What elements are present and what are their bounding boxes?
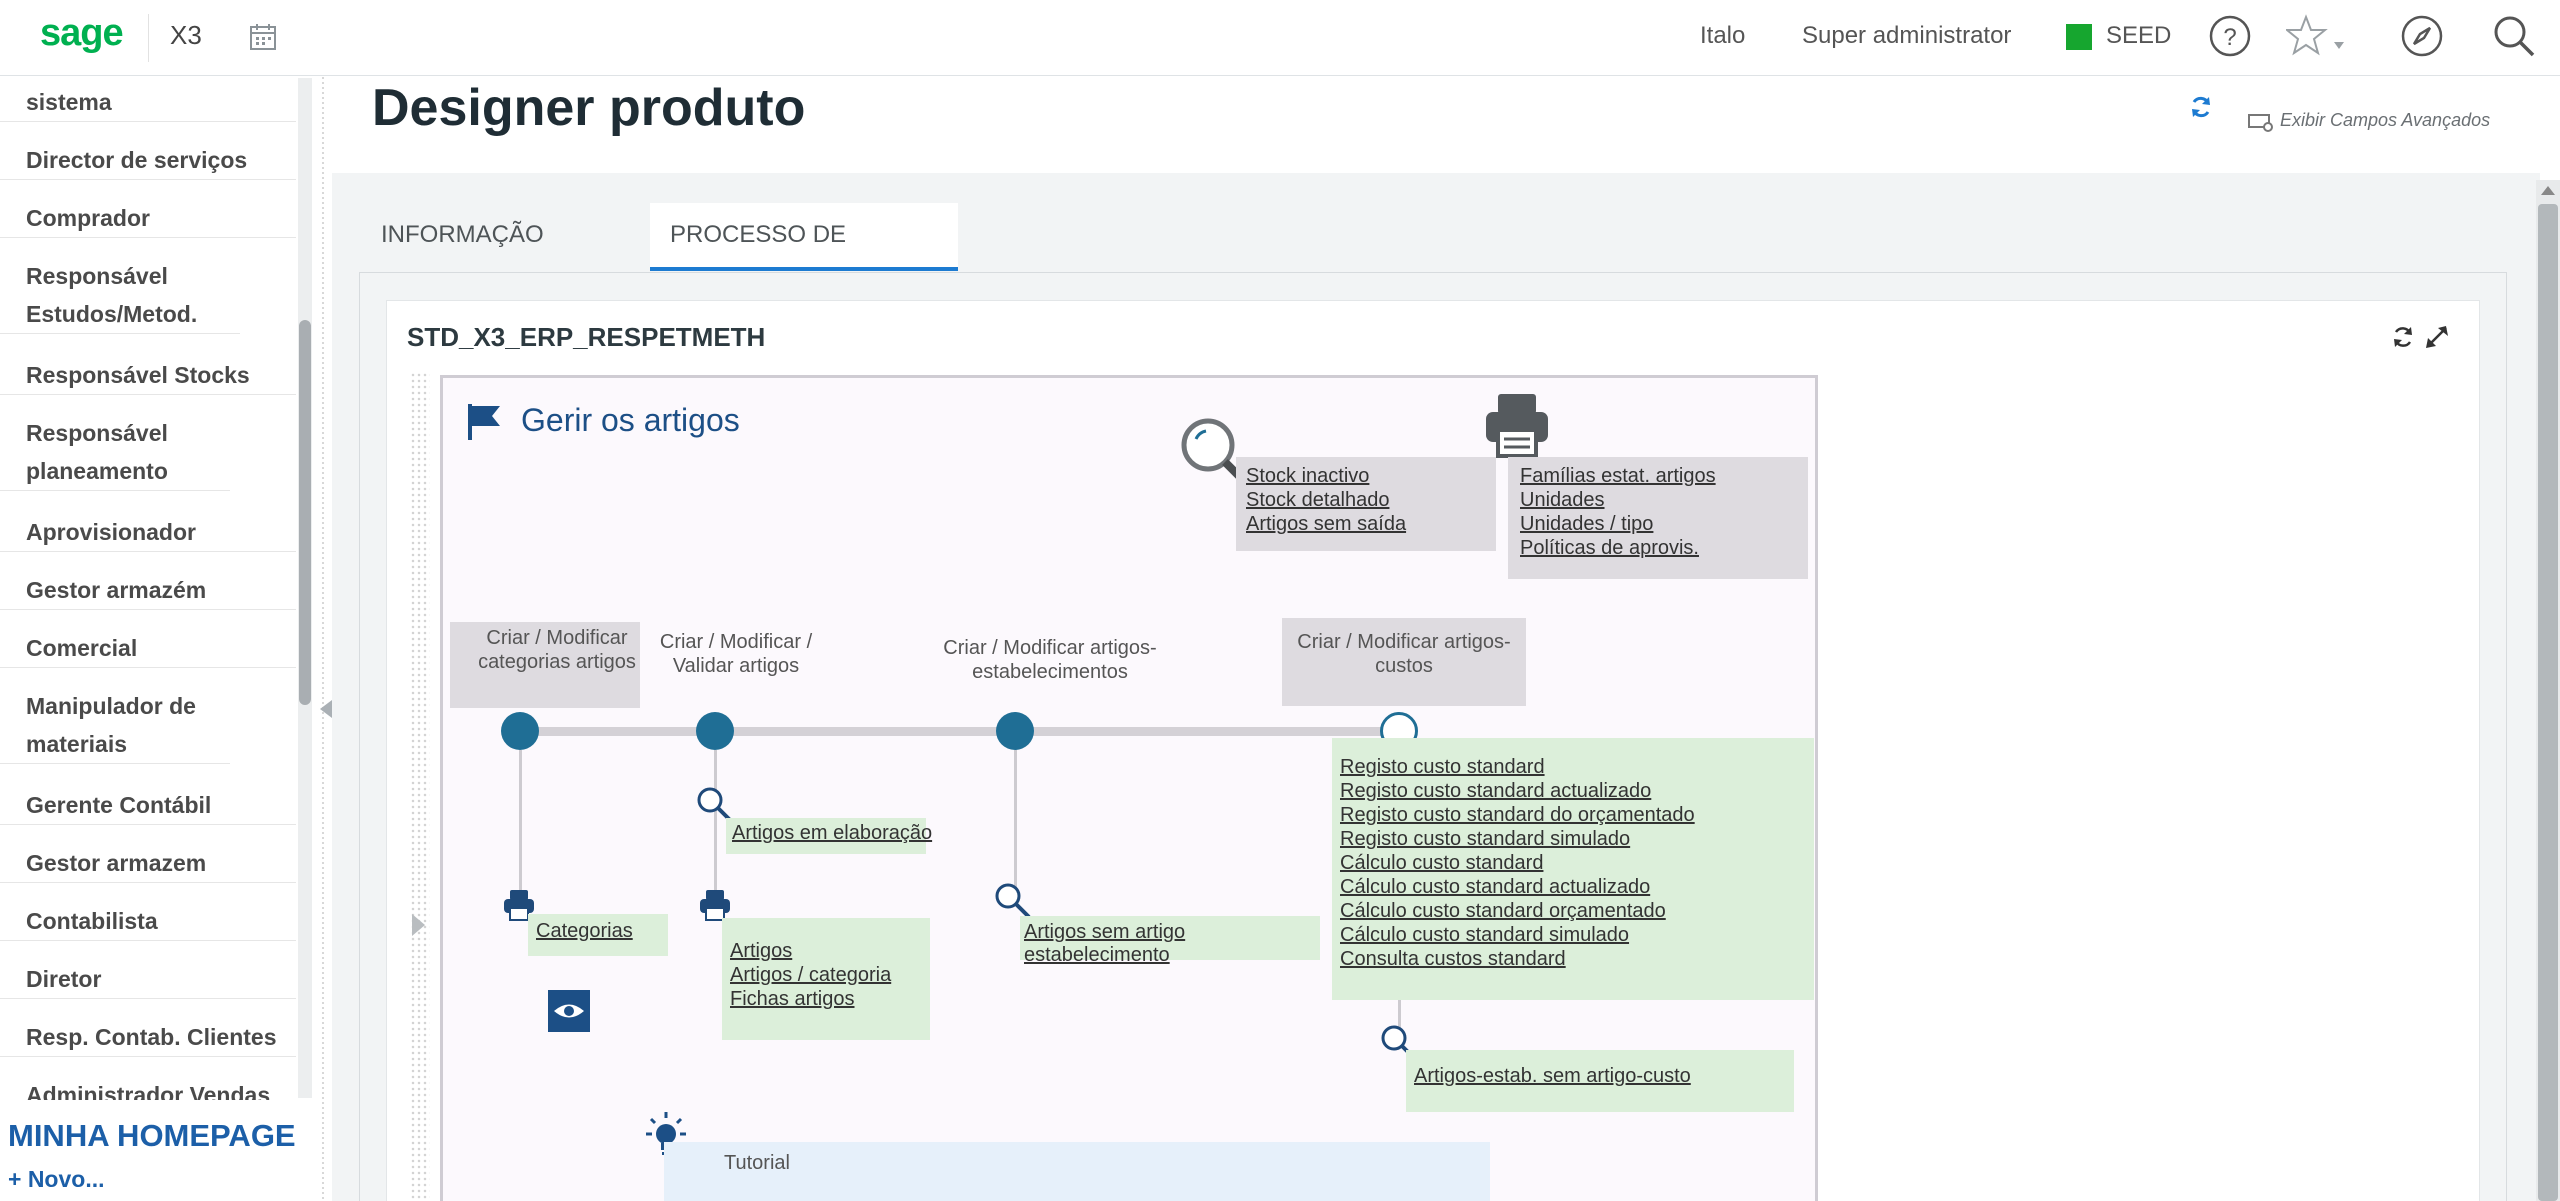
sidebar-item-estudos-metod[interactable]: Responsável Estudos/Metod. [0,257,240,334]
sidebar-item-gestor-armazem[interactable]: Gestor armazém [0,571,296,610]
step-node-2[interactable] [696,712,734,750]
card-expand-icon[interactable] [2424,324,2450,355]
link-registo-actualizado[interactable]: Registo custo standard actualizado [1340,780,1651,803]
sage-logo[interactable]: sage [40,12,124,55]
link-artigos[interactable]: Artigos [730,940,792,963]
link-unidades-tipo[interactable]: Unidades / tipo [1520,513,1653,536]
connector-step-3 [1014,750,1017,890]
help-icon[interactable]: ? [2208,14,2252,63]
step-node-3[interactable] [996,712,1034,750]
card-title: STD_X3_ERP_RESPETMETH [407,322,766,352]
folder-name[interactable]: SEED [2106,22,2171,50]
page-scrollbar-thumb[interactable] [2538,204,2558,1201]
sidebar-item-aprovisionador[interactable]: Aprovisionador [0,513,296,552]
link-registo-custo-standard[interactable]: Registo custo standard [1340,756,1545,779]
step-node-1[interactable] [501,712,539,750]
diagram-expand-arrow-icon[interactable] [412,914,425,936]
print-icon[interactable] [1482,390,1552,465]
refresh-icon[interactable] [2188,94,2214,125]
card-refresh-icon[interactable] [2390,324,2416,355]
link-calculo-actualizado[interactable]: Cálculo custo standard actualizado [1340,876,1650,899]
sidebar: sistema Director de serviços Comprador R… [0,77,300,1201]
link-familias-estat[interactable]: Famílias estat. artigos [1520,465,1716,488]
homepage-panel: MINHA HOMEPAGE + Novo... [0,1100,312,1201]
eye-icon[interactable] [548,990,590,1037]
sidebar-scrollbar-thumb[interactable] [299,320,311,705]
scroll-up-arrow-icon[interactable] [2541,186,2555,195]
link-calculo-custo-standard[interactable]: Cálculo custo standard [1340,852,1543,875]
user-role[interactable]: Super administrator [1802,22,2011,50]
link-artigos-em-elaboracao[interactable]: Artigos em elaboração [732,822,932,845]
tab-informacao-chave[interactable]: INFORMAÇÃO CHAVE [361,203,639,312]
user-name[interactable]: Italo [1700,22,1745,50]
sidebar-item-sistema[interactable]: sistema [0,83,296,122]
step-label-estabelecimentos[interactable]: Criar / Modificar artigos-estabeleciment… [930,636,1170,684]
link-calculo-simulado[interactable]: Cálculo custo standard simulado [1340,924,1629,947]
app-name: X3 [170,20,202,50]
tutorial-label[interactable]: Tutorial [724,1152,790,1175]
header-divider [148,14,149,62]
top-bar: sage X3 Italo Super administrator SEED ? [0,0,2560,76]
collapse-sidebar-icon[interactable] [320,700,332,718]
new-homepage-link[interactable]: + Novo... [8,1166,105,1193]
search-icon[interactable] [2492,14,2536,63]
link-registo-simulado[interactable]: Registo custo standard simulado [1340,828,1630,851]
sidebar-item-planeamento[interactable]: Responsável planeamento [0,414,230,491]
link-artigos-categoria[interactable]: Artigos / categoria [730,964,891,987]
link-artigos-sem-saida[interactable]: Artigos sem saída [1246,513,1406,536]
sidebar-item-diretor[interactable]: Diretor [0,960,296,999]
advanced-fields-link[interactable]: Exibir Campos Avançados [2280,110,2490,131]
link-calculo-orcamentado[interactable]: Cálculo custo standard orçamentado [1340,900,1666,923]
sidebar-item-resp-contab-clientes[interactable]: Resp. Contab. Clientes [0,1018,296,1057]
link-stock-detalhado[interactable]: Stock detalhado [1246,489,1389,512]
process-timeline [520,727,1396,736]
link-politicas-aprovis[interactable]: Políticas de aprovis. [1520,537,1699,560]
sidebar-item-stocks[interactable]: Responsável Stocks [0,356,296,395]
sidebar-item-comercial[interactable]: Comercial [0,629,296,668]
folder-status-indicator [2066,24,2092,50]
step-label-artigos[interactable]: Criar / Modificar / Validar artigos [648,630,824,678]
link-categorias[interactable]: Categorias [536,920,633,943]
sidebar-item-director-servicos[interactable]: Director de serviços [0,141,296,180]
link-registo-orcamentado[interactable]: Registo custo standard do orçamentado [1340,804,1695,827]
sidebar-item-manipulador[interactable]: Manipulador de materiais [0,687,230,764]
link-artigos-sem-artigo-estab[interactable]: Artigos sem artigo estabelecimento [1024,921,1224,967]
flag-icon [466,402,506,447]
diagram-title: Gerir os artigos [521,402,740,438]
favorites-star-icon[interactable] [2284,14,2350,63]
connector-step-1 [519,750,522,900]
page-title: Designer produto [372,79,806,137]
diagram-collapse-strip[interactable] [410,372,430,1201]
step-label-categorias[interactable]: Criar / Modificar categorias artigos [450,626,664,674]
sidebar-item-comprador[interactable]: Comprador [0,199,296,238]
link-unidades[interactable]: Unidades [1520,489,1605,512]
tab-processo-negocio[interactable]: PROCESSO DE NEGÓCIO [650,203,958,312]
step-label-custos[interactable]: Criar / Modificar artigos-custos [1290,630,1518,678]
calendar-icon[interactable] [248,22,278,57]
advanced-fields-icon[interactable] [2248,112,2274,139]
sidebar-resize-handle[interactable] [316,77,332,1201]
homepage-title[interactable]: MINHA HOMEPAGE [8,1118,296,1154]
svg-text:?: ? [2223,24,2236,51]
sidebar-item-gerente-contabil[interactable]: Gerente Contábil [0,786,296,825]
link-consulta-custos[interactable]: Consulta custos standard [1340,948,1566,971]
link-artigos-estab-sem-custo[interactable]: Artigos-estab. sem artigo-custo [1414,1065,1691,1088]
link-fichas-artigos[interactable]: Fichas artigos [730,988,855,1011]
link-stock-inactivo[interactable]: Stock inactivo [1246,465,1369,488]
navigation-compass-icon[interactable] [2400,14,2444,63]
sidebar-item-contabilista[interactable]: Contabilista [0,902,296,941]
sidebar-item-gestor-armazem-2[interactable]: Gestor armazem [0,844,296,883]
